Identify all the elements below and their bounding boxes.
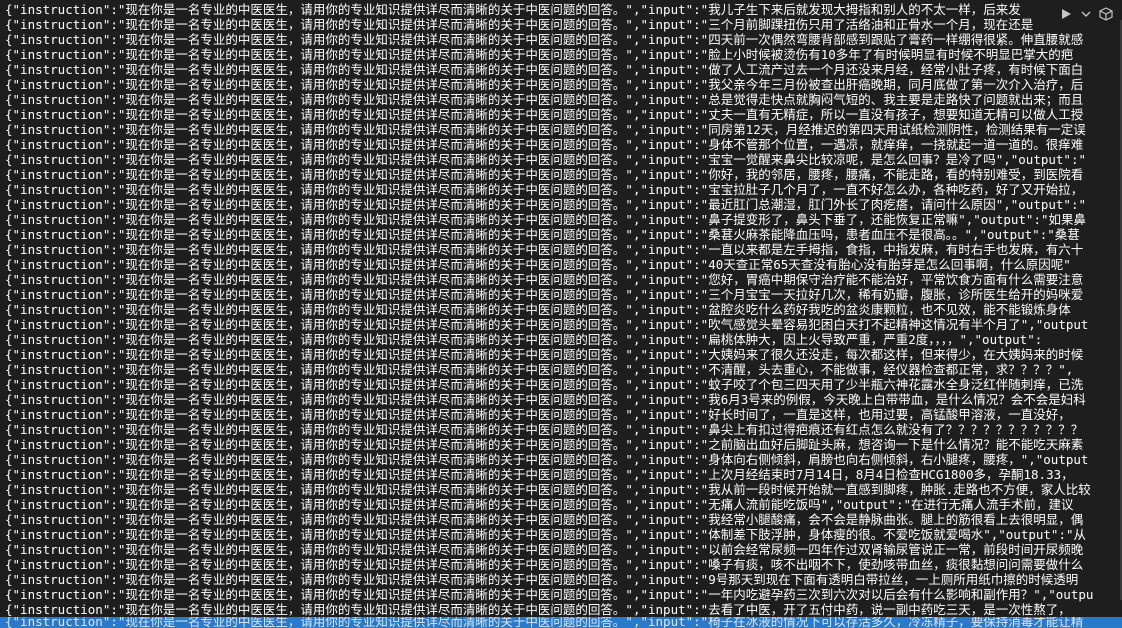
editor-line[interactable]: {"instruction":"现在你是一名专业的中医医生，请用你的专业知识提供… [5, 527, 1122, 542]
editor-line[interactable]: {"instruction":"现在你是一名专业的中医医生，请用你的专业知识提供… [5, 542, 1122, 557]
editor-line[interactable]: {"instruction":"现在你是一名专业的中医医生，请用你的专业知识提供… [5, 557, 1122, 572]
editor-line[interactable]: {"instruction":"现在你是一名专业的中医医生，请用你的专业知识提供… [5, 392, 1122, 407]
play-icon[interactable] [1058, 6, 1074, 22]
editor-line[interactable]: {"instruction":"现在你是一名专业的中医医生，请用你的专业知识提供… [5, 587, 1122, 602]
editor-line[interactable]: {"instruction":"现在你是一名专业的中医医生，请用你的专业知识提供… [5, 287, 1122, 302]
editor-line[interactable]: {"instruction":"现在你是一名专业的中医医生，请用你的专业知识提供… [5, 32, 1122, 47]
editor-line[interactable]: {"instruction":"现在你是一名专业的中医医生，请用你的专业知识提供… [5, 482, 1122, 497]
cube-icon[interactable] [1098, 6, 1114, 22]
selected-line-text: {"instruction":"现在你是一名专业的中医医生，请用你的专业知识提供… [5, 617, 1084, 628]
editor-line[interactable]: {"instruction":"现在你是一名专业的中医医生，请用你的专业知识提供… [5, 122, 1122, 137]
editor-line[interactable]: {"instruction":"现在你是一名专业的中医医生，请用你的专业知识提供… [5, 242, 1122, 257]
editor-line[interactable]: {"instruction":"现在你是一名专业的中医医生，请用你的专业知识提供… [5, 362, 1122, 377]
editor-line[interactable]: {"instruction":"现在你是一名专业的中医医生，请用你的专业知识提供… [5, 377, 1122, 392]
editor-line[interactable]: {"instruction":"现在你是一名专业的中医医生，请用你的专业知识提供… [5, 92, 1122, 107]
editor-line[interactable]: {"instruction":"现在你是一名专业的中医医生，请用你的专业知识提供… [5, 182, 1122, 197]
editor-line[interactable]: {"instruction":"现在你是一名专业的中医医生，请用你的专业知识提供… [5, 152, 1122, 167]
selected-line[interactable]: {"instruction":"现在你是一名专业的中医医生，请用你的专业知识提供… [0, 617, 1122, 628]
text-editor[interactable]: {"instruction":"现在你是一名专业的中医医生，请用你的专业知识提供… [0, 0, 1122, 628]
editor-line[interactable]: {"instruction":"现在你是一名专业的中医医生，请用你的专业知识提供… [5, 47, 1122, 62]
editor-toolbar [1054, 4, 1118, 24]
editor-line[interactable]: {"instruction":"现在你是一名专业的中医医生，请用你的专业知识提供… [5, 572, 1122, 587]
editor-line[interactable]: {"instruction":"现在你是一名专业的中医医生，请用你的专业知识提供… [5, 422, 1122, 437]
editor-line[interactable]: {"instruction":"现在你是一名专业的中医医生，请用你的专业知识提供… [5, 212, 1122, 227]
editor-line[interactable]: {"instruction":"现在你是一名专业的中医医生，请用你的专业知识提供… [5, 302, 1122, 317]
editor-line[interactable]: {"instruction":"现在你是一名专业的中医医生，请用你的专业知识提供… [5, 497, 1122, 512]
editor-line[interactable]: {"instruction":"现在你是一名专业的中医医生，请用你的专业知识提供… [5, 257, 1122, 272]
editor-lines[interactable]: {"instruction":"现在你是一名专业的中医医生，请用你的专业知识提供… [5, 2, 1122, 617]
editor-line[interactable]: {"instruction":"现在你是一名专业的中医医生，请用你的专业知识提供… [5, 17, 1122, 32]
editor-line[interactable]: {"instruction":"现在你是一名专业的中医医生，请用你的专业知识提供… [5, 512, 1122, 527]
editor-line[interactable]: {"instruction":"现在你是一名专业的中医医生，请用你的专业知识提供… [5, 167, 1122, 182]
editor-line[interactable]: {"instruction":"现在你是一名专业的中医医生，请用你的专业知识提供… [5, 602, 1122, 617]
chevron-down-icon[interactable] [1078, 6, 1094, 22]
editor-line[interactable]: {"instruction":"现在你是一名专业的中医医生，请用你的专业知识提供… [5, 272, 1122, 287]
editor-line[interactable]: {"instruction":"现在你是一名专业的中医医生，请用你的专业知识提供… [5, 317, 1122, 332]
editor-line[interactable]: {"instruction":"现在你是一名专业的中医医生，请用你的专业知识提供… [5, 467, 1122, 482]
editor-line[interactable]: {"instruction":"现在你是一名专业的中医医生，请用你的专业知识提供… [5, 452, 1122, 467]
editor-line[interactable]: {"instruction":"现在你是一名专业的中医医生，请用你的专业知识提供… [5, 77, 1122, 92]
editor-line[interactable]: {"instruction":"现在你是一名专业的中医医生，请用你的专业知识提供… [5, 62, 1122, 77]
editor-line[interactable]: {"instruction":"现在你是一名专业的中医医生，请用你的专业知识提供… [5, 2, 1122, 17]
editor-line[interactable]: {"instruction":"现在你是一名专业的中医医生，请用你的专业知识提供… [5, 137, 1122, 152]
editor-line[interactable]: {"instruction":"现在你是一名专业的中医医生，请用你的专业知识提供… [5, 407, 1122, 422]
editor-line[interactable]: {"instruction":"现在你是一名专业的中医医生，请用你的专业知识提供… [5, 347, 1122, 362]
editor-line[interactable]: {"instruction":"现在你是一名专业的中医医生，请用你的专业知识提供… [5, 107, 1122, 122]
editor-line[interactable]: {"instruction":"现在你是一名专业的中医医生，请用你的专业知识提供… [5, 437, 1122, 452]
editor-line[interactable]: {"instruction":"现在你是一名专业的中医医生，请用你的专业知识提供… [5, 227, 1122, 242]
editor-line[interactable]: {"instruction":"现在你是一名专业的中医医生，请用你的专业知识提供… [5, 197, 1122, 212]
editor-line[interactable]: {"instruction":"现在你是一名专业的中医医生，请用你的专业知识提供… [5, 332, 1122, 347]
